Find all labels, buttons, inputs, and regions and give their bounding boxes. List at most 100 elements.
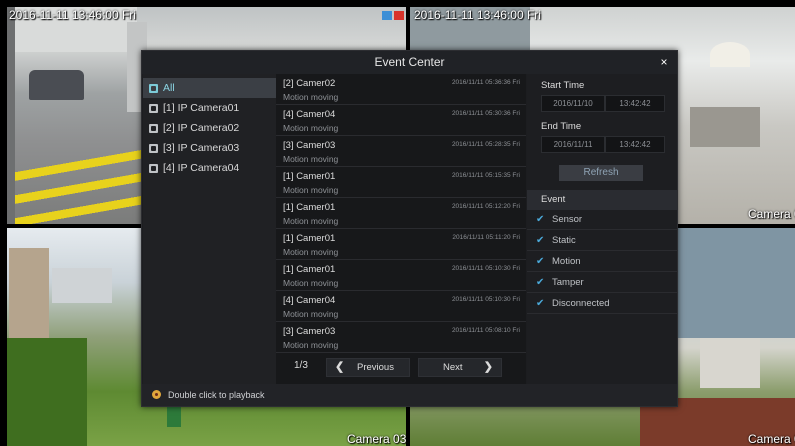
start-time-field[interactable]: 13:42:42	[605, 95, 665, 112]
motion-icon	[382, 11, 392, 20]
chevron-right-icon: ❯	[483, 361, 493, 373]
event-type: Motion moving	[283, 247, 339, 257]
camera-icon	[149, 123, 158, 133]
tree-item-label: All	[163, 82, 175, 94]
event-type: Motion moving	[283, 154, 339, 164]
event-row[interactable]: [2] Camer02 Motion moving 2016/11/11 05:…	[276, 74, 526, 105]
glass-building	[675, 228, 795, 338]
desk	[690, 107, 760, 147]
event-row[interactable]: [1] Camer01 Motion moving 2016/11/11 05:…	[276, 167, 526, 198]
event-camera: [3] Camer03	[283, 326, 336, 337]
tree-item-camera04[interactable]: [4] IP Camera04	[143, 158, 276, 178]
house-roof	[52, 268, 112, 303]
event-type: Motion moving	[283, 185, 339, 195]
checkmark-icon: ✔	[536, 256, 545, 267]
end-time-field[interactable]: 13:42:42	[605, 136, 665, 153]
close-button[interactable]: ×	[657, 51, 671, 74]
event-filter-disconnected[interactable]: ✔ Disconnected	[527, 294, 677, 314]
end-time-label: End Time	[541, 121, 582, 132]
end-date-field[interactable]: 2016/11/11	[541, 136, 605, 153]
palm-tree	[7, 338, 87, 446]
filter-label: Static	[552, 235, 576, 246]
tree-item-label: [4] IP Camera04	[163, 162, 240, 174]
event-time: 2016/11/11 05:12:20 Fri	[451, 203, 520, 210]
event-row[interactable]: [1] Camer01 Motion moving 2016/11/11 05:…	[276, 260, 526, 291]
event-time: 2016/11/11 05:10:30 Fri	[451, 296, 520, 303]
parked-car	[29, 70, 84, 100]
tree-item-all[interactable]: All	[143, 78, 276, 98]
event-camera: [1] Camer01	[283, 202, 336, 213]
event-camera: [2] Camer02	[283, 78, 336, 89]
checkmark-icon: ✔	[536, 298, 545, 309]
checkmark-icon: ✔	[536, 277, 545, 288]
record-status-icons	[382, 11, 404, 20]
camera-osd-time: 2016-11-11 13:46:00 Fri	[9, 8, 136, 22]
event-time: 2016/11/11 05:30:36 Fri	[451, 110, 520, 117]
checkmark-icon: ✔	[536, 235, 545, 246]
dialog-title: Event Center	[374, 55, 445, 69]
event-camera: [1] Camer01	[283, 264, 336, 275]
event-center-dialog: Event Center × All [1] IP Camera01 [2] I…	[141, 50, 678, 407]
event-time: 2016/11/11 05:10:30 Fri	[451, 265, 520, 272]
house	[9, 248, 49, 338]
event-time: 2016/11/11 05:11:20 Fri	[452, 234, 520, 241]
event-row[interactable]: [3] Camer03 Motion moving 2016/11/11 05:…	[276, 322, 526, 353]
dialog-footer: Double click to playback	[142, 384, 677, 406]
checkmark-icon: ✔	[536, 214, 545, 225]
playback-hint: Double click to playback	[168, 390, 265, 400]
camera-osd-name: Camera 02	[748, 207, 795, 221]
tree-item-camera01[interactable]: [1] IP Camera01	[143, 98, 276, 118]
event-camera: [3] Camer03	[283, 140, 336, 151]
event-row[interactable]: [1] Camer01 Motion moving 2016/11/11 05:…	[276, 198, 526, 229]
filter-label: Sensor	[552, 214, 583, 225]
record-icon	[394, 11, 404, 20]
tree-item-camera02[interactable]: [2] IP Camera02	[143, 118, 276, 138]
event-camera: [1] Camer01	[283, 171, 336, 182]
next-label: Next	[443, 362, 463, 373]
event-camera: [1] Camer01	[283, 233, 336, 244]
camera-osd-time: 2016-11-11 13:46:00 Fri	[414, 8, 541, 22]
event-type: Motion moving	[283, 278, 339, 288]
event-time: 2016/11/11 05:28:35 Fri	[451, 141, 520, 148]
event-time: 2016/11/11 05:08:10 Fri	[451, 327, 520, 334]
next-button[interactable]: Next ❯	[418, 358, 502, 377]
tree-item-label: [3] IP Camera03	[163, 142, 240, 154]
page-indicator: 1/3	[294, 360, 308, 371]
filter-panel: Start Time 2016/11/10 13:42:42 End Time …	[527, 74, 677, 384]
camera-osd-name: Camera 0	[748, 432, 795, 446]
event-type: Motion moving	[283, 309, 339, 319]
dialog-titlebar: Event Center ×	[142, 51, 677, 74]
event-row[interactable]: [4] Camer04 Motion moving 2016/11/11 05:…	[276, 105, 526, 136]
camera-group-icon	[149, 83, 158, 93]
camera-icon	[149, 163, 158, 173]
event-list: [2] Camer02 Motion moving 2016/11/11 05:…	[276, 74, 526, 384]
lamp	[710, 42, 750, 67]
tree-item-label: [2] IP Camera02	[163, 122, 240, 134]
event-row[interactable]: [3] Camer03 Motion moving 2016/11/11 05:…	[276, 136, 526, 167]
refresh-button[interactable]: Refresh	[559, 165, 643, 181]
info-icon	[152, 390, 161, 399]
event-type: Motion moving	[283, 216, 339, 226]
filter-label: Tamper	[552, 277, 584, 288]
event-filter-tamper[interactable]: ✔ Tamper	[527, 273, 677, 293]
camera-icon	[149, 143, 158, 153]
event-row[interactable]: [1] Camer01 Motion moving 2016/11/11 05:…	[276, 229, 526, 260]
event-row[interactable]: [4] Camer04 Motion moving 2016/11/11 05:…	[276, 291, 526, 322]
camera-tree: All [1] IP Camera01 [2] IP Camera02 [3] …	[143, 74, 276, 384]
camera-osd-name: Camera 03	[347, 432, 406, 446]
start-time-label: Start Time	[541, 80, 585, 91]
event-time: 2016/11/11 05:15:35 Fri	[451, 172, 520, 179]
previous-button[interactable]: ❮ Previous	[326, 358, 410, 377]
event-camera: [4] Camer04	[283, 109, 336, 120]
event-type: Motion moving	[283, 340, 339, 350]
chevron-left-icon: ❮	[335, 361, 345, 373]
previous-label: Previous	[357, 362, 394, 373]
pagination: 1/3 ❮ Previous Next ❯	[276, 352, 526, 384]
tree-item-camera03[interactable]: [3] IP Camera03	[143, 138, 276, 158]
tree-item-label: [1] IP Camera01	[163, 102, 240, 114]
event-filter-motion[interactable]: ✔ Motion	[527, 252, 677, 272]
event-filter-static[interactable]: ✔ Static	[527, 231, 677, 251]
start-date-field[interactable]: 2016/11/10	[541, 95, 605, 112]
filter-label: Disconnected	[552, 298, 610, 309]
event-filter-sensor[interactable]: ✔ Sensor	[527, 210, 677, 230]
